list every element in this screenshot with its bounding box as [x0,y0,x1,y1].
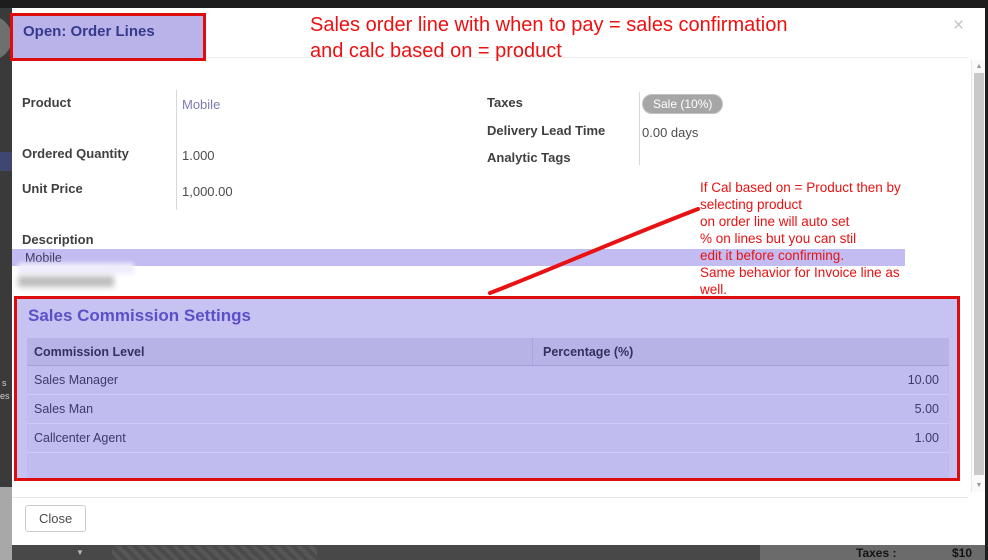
table-row[interactable]: Callcenter Agent 1.00 [27,424,949,453]
dialog-title: Open: Order Lines [13,16,203,40]
dialog-title-highlight-box: Open: Order Lines [10,13,206,61]
form-left-separator [176,90,177,210]
annotation-side-line: selecting product [700,196,975,213]
tax-badge: Sale (10%) [642,94,723,114]
percentage-cell: 10.00 [533,373,949,387]
table-empty-row [27,453,949,478]
redacted-text-block [18,263,134,274]
analytic-tags-label: Analytic Tags [487,150,571,165]
product-label: Product [22,95,71,110]
commission-table-header: Commission Level Percentage (%) [27,338,949,366]
close-icon[interactable]: × [953,15,964,37]
annotation-side-line: on order line will auto set [700,213,975,230]
close-button[interactable]: Close [25,505,86,532]
description-label: Description [22,232,94,247]
background-scrollbar [0,487,12,560]
annotation-top: Sales order line with when to pay = sale… [310,12,787,64]
annotation-side-line: If Cal based on = Product then by [700,179,975,196]
scroll-down-icon[interactable]: ▼ [972,482,986,489]
column-header-commission-level: Commission Level [27,338,533,365]
sales-commission-section: Sales Commission Settings Commission Lev… [14,296,960,481]
background-highlight-fragment [0,152,12,171]
taxes-label: Taxes [487,95,523,110]
table-row[interactable]: Sales Manager 10.00 [27,366,949,395]
redacted-text-block [18,276,114,287]
ordered-quantity-label: Ordered Quantity [22,146,129,161]
window-top-edge [0,0,988,8]
delivery-lead-time-label: Delivery Lead Time [487,123,605,138]
form-right-separator [639,92,640,165]
annotation-top-line: and calc based on = product [310,38,787,64]
annotation-side-line: edit it before confirming. [700,247,975,264]
sales-commission-title: Sales Commission Settings [17,299,957,326]
column-header-percentage: Percentage (%) [533,345,949,359]
delivery-lead-time-value: 0.00 days [642,125,698,140]
annotation-top-line: Sales order line with when to pay = sale… [310,12,787,38]
ordered-quantity-value: 1.000 [182,148,215,163]
unit-price-label: Unit Price [22,181,83,196]
product-link[interactable]: Mobile [182,97,220,112]
footer-divider [12,497,968,498]
percentage-cell: 5.00 [533,402,949,416]
table-row[interactable]: Sales Man 5.00 [27,395,949,424]
unit-price-value: 1,000.00 [182,184,233,199]
annotation-side-line: % on lines but you can stil [700,230,975,247]
scrollbar-thumb[interactable] [974,73,984,475]
dialog-scrollbar[interactable]: ▲ ▼ [971,60,985,492]
commission-level-cell: Sales Manager [27,373,533,387]
background-hatched-cell [112,546,317,560]
background-text-fragment: es [0,391,10,401]
scroll-up-icon[interactable]: ▲ [972,63,986,70]
annotation-side-line: Same behavior for Invoice line as [700,264,975,281]
background-taxes-value: $10 [952,546,972,560]
background-text-fragment: s [2,378,7,388]
dropdown-icon: ▼ [76,548,84,557]
commission-level-cell: Sales Man [27,402,533,416]
background-taxes-label: Taxes : [856,546,896,560]
commission-table: Commission Level Percentage (%) Sales Ma… [27,338,949,478]
percentage-cell: 1.00 [533,431,949,445]
background-sidebar [0,0,12,560]
annotation-side: If Cal based on = Product then by select… [700,179,975,298]
commission-level-cell: Callcenter Agent [27,431,533,445]
